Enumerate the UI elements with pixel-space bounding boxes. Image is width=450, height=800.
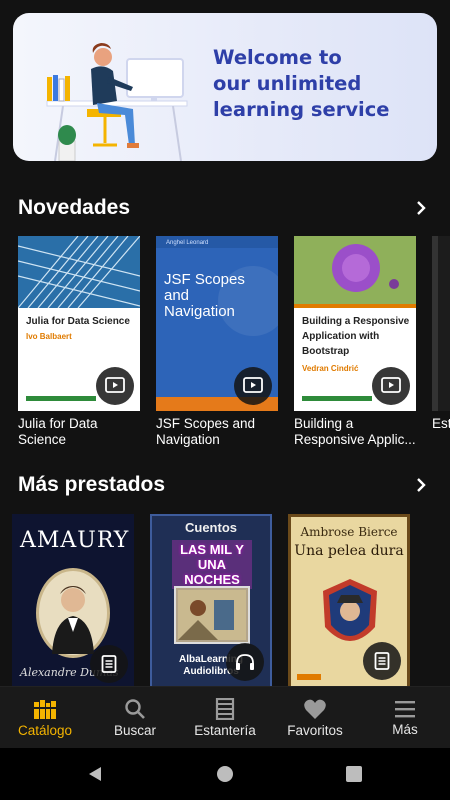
novedades-carousel[interactable]: Julia for Data Science Ivo Balbaert Juli… [0,236,450,456]
nav-item-catalogo[interactable]: Catálogo [0,687,90,748]
mas-prestados-carousel[interactable]: Amaury Alexandre Dumas Cuentos LAS MIL Y… [0,514,450,686]
section-title-novedades: Novedades [18,196,131,219]
book-card[interactable]: Julia for Data Science Ivo Balbaert Juli… [18,236,140,448]
nav-label: Buscar [113,722,157,738]
nav-label: Estantería [194,722,256,738]
book-title[interactable]: Est [432,416,450,432]
bottom-navigation: Catálogo Buscar Estantería Favoritos Más [0,686,450,748]
book-card[interactable]: Est [432,236,450,432]
book-cover[interactable]: Amaury Alexandre Dumas [12,514,134,686]
cover-author: Ivo Balbaert [26,332,72,341]
video-icon[interactable] [96,367,134,405]
book-title[interactable]: JSF Scopes and Navigation [156,416,280,448]
home-icon[interactable] [216,765,234,783]
video-icon[interactable] [234,367,272,405]
cover-top: Ambrose Bierce [300,525,398,539]
book-card[interactable]: Cuentos LAS MIL Y UNA NOCHES AlbaLearnin… [150,514,272,686]
portrait-art [52,586,94,654]
book-cover[interactable]: Ambrose Bierce Una pelea dura [288,514,410,686]
back-icon[interactable] [86,765,104,783]
nav-label: Favoritos [287,722,343,738]
cover-title: LAS MIL Y UNA NOCHES [172,540,252,589]
cover-top: Anghel Leonard [166,240,209,246]
cover-top: Cuentos [185,520,237,535]
cover-building-art [18,236,140,309]
book-card[interactable]: Building a Responsive Application with B… [294,236,416,448]
book-cover[interactable]: Julia for Data Science Ivo Balbaert [18,236,140,411]
book-cover[interactable]: Cuentos LAS MIL Y UNA NOCHES AlbaLearnin… [150,514,272,686]
nav-item-mas[interactable]: Más [360,687,450,748]
banner-line-2: our unlimited [213,72,362,95]
chevron-right-icon[interactable] [410,197,432,219]
system-navigation-bar [0,748,450,800]
cover-author: Vedran Cindrić [302,364,359,373]
cover-scene-art [178,590,246,640]
novedades-header: Novedades [18,193,432,223]
cover-flower-art [294,236,416,308]
book-cover[interactable] [432,236,450,411]
video-icon[interactable] [372,367,410,405]
book-card[interactable]: Amaury Alexandre Dumas [12,514,134,686]
book-cover[interactable]: Building a Responsive Application with B… [294,236,416,411]
headphones-icon[interactable] [226,643,264,681]
cover-title: Julia for Data Science [26,316,130,327]
cover-title: Amaury [20,528,130,553]
books-icon [34,699,56,719]
document-icon[interactable] [363,642,401,680]
book-card[interactable]: Anghel Leonard JSF Scopes and Navigation… [156,236,278,448]
menu-icon [395,700,415,717]
welcome-banner[interactable]: Welcome to our unlimited learning servic… [13,13,437,161]
document-icon[interactable] [90,645,128,683]
shelf-icon [215,697,235,720]
book-title[interactable]: Building a Responsive Applic... [294,416,418,448]
section-title-mas-prestados: Más prestados [18,473,166,496]
book-card[interactable]: Ambrose Bierce Una pelea dura [288,514,410,686]
cover-title: Building a Responsive Application with B… [302,316,410,357]
recents-icon[interactable] [346,766,362,782]
banner-line-3: learning service [213,98,390,121]
nav-label: Más [392,721,418,737]
mas-prestados-header: Más prestados [18,470,432,500]
book-cover[interactable]: Anghel Leonard JSF Scopes and Navigation [156,236,278,411]
heart-icon [304,699,326,719]
banner-heading: Welcome to our unlimited learning servic… [213,45,423,123]
student-illustration [46,43,188,161]
nav-item-estanteria[interactable]: Estantería [180,687,270,748]
nav-label: Catálogo [17,722,73,738]
book-title[interactable]: Julia for Data Science [18,416,142,448]
nav-item-favoritos[interactable]: Favoritos [270,687,360,748]
chevron-right-icon[interactable] [410,474,432,496]
cover-title: Una pelea dura [294,543,404,559]
search-icon [125,698,145,719]
banner-line-1: Welcome to [213,46,342,69]
nav-item-buscar[interactable]: Buscar [90,687,180,748]
